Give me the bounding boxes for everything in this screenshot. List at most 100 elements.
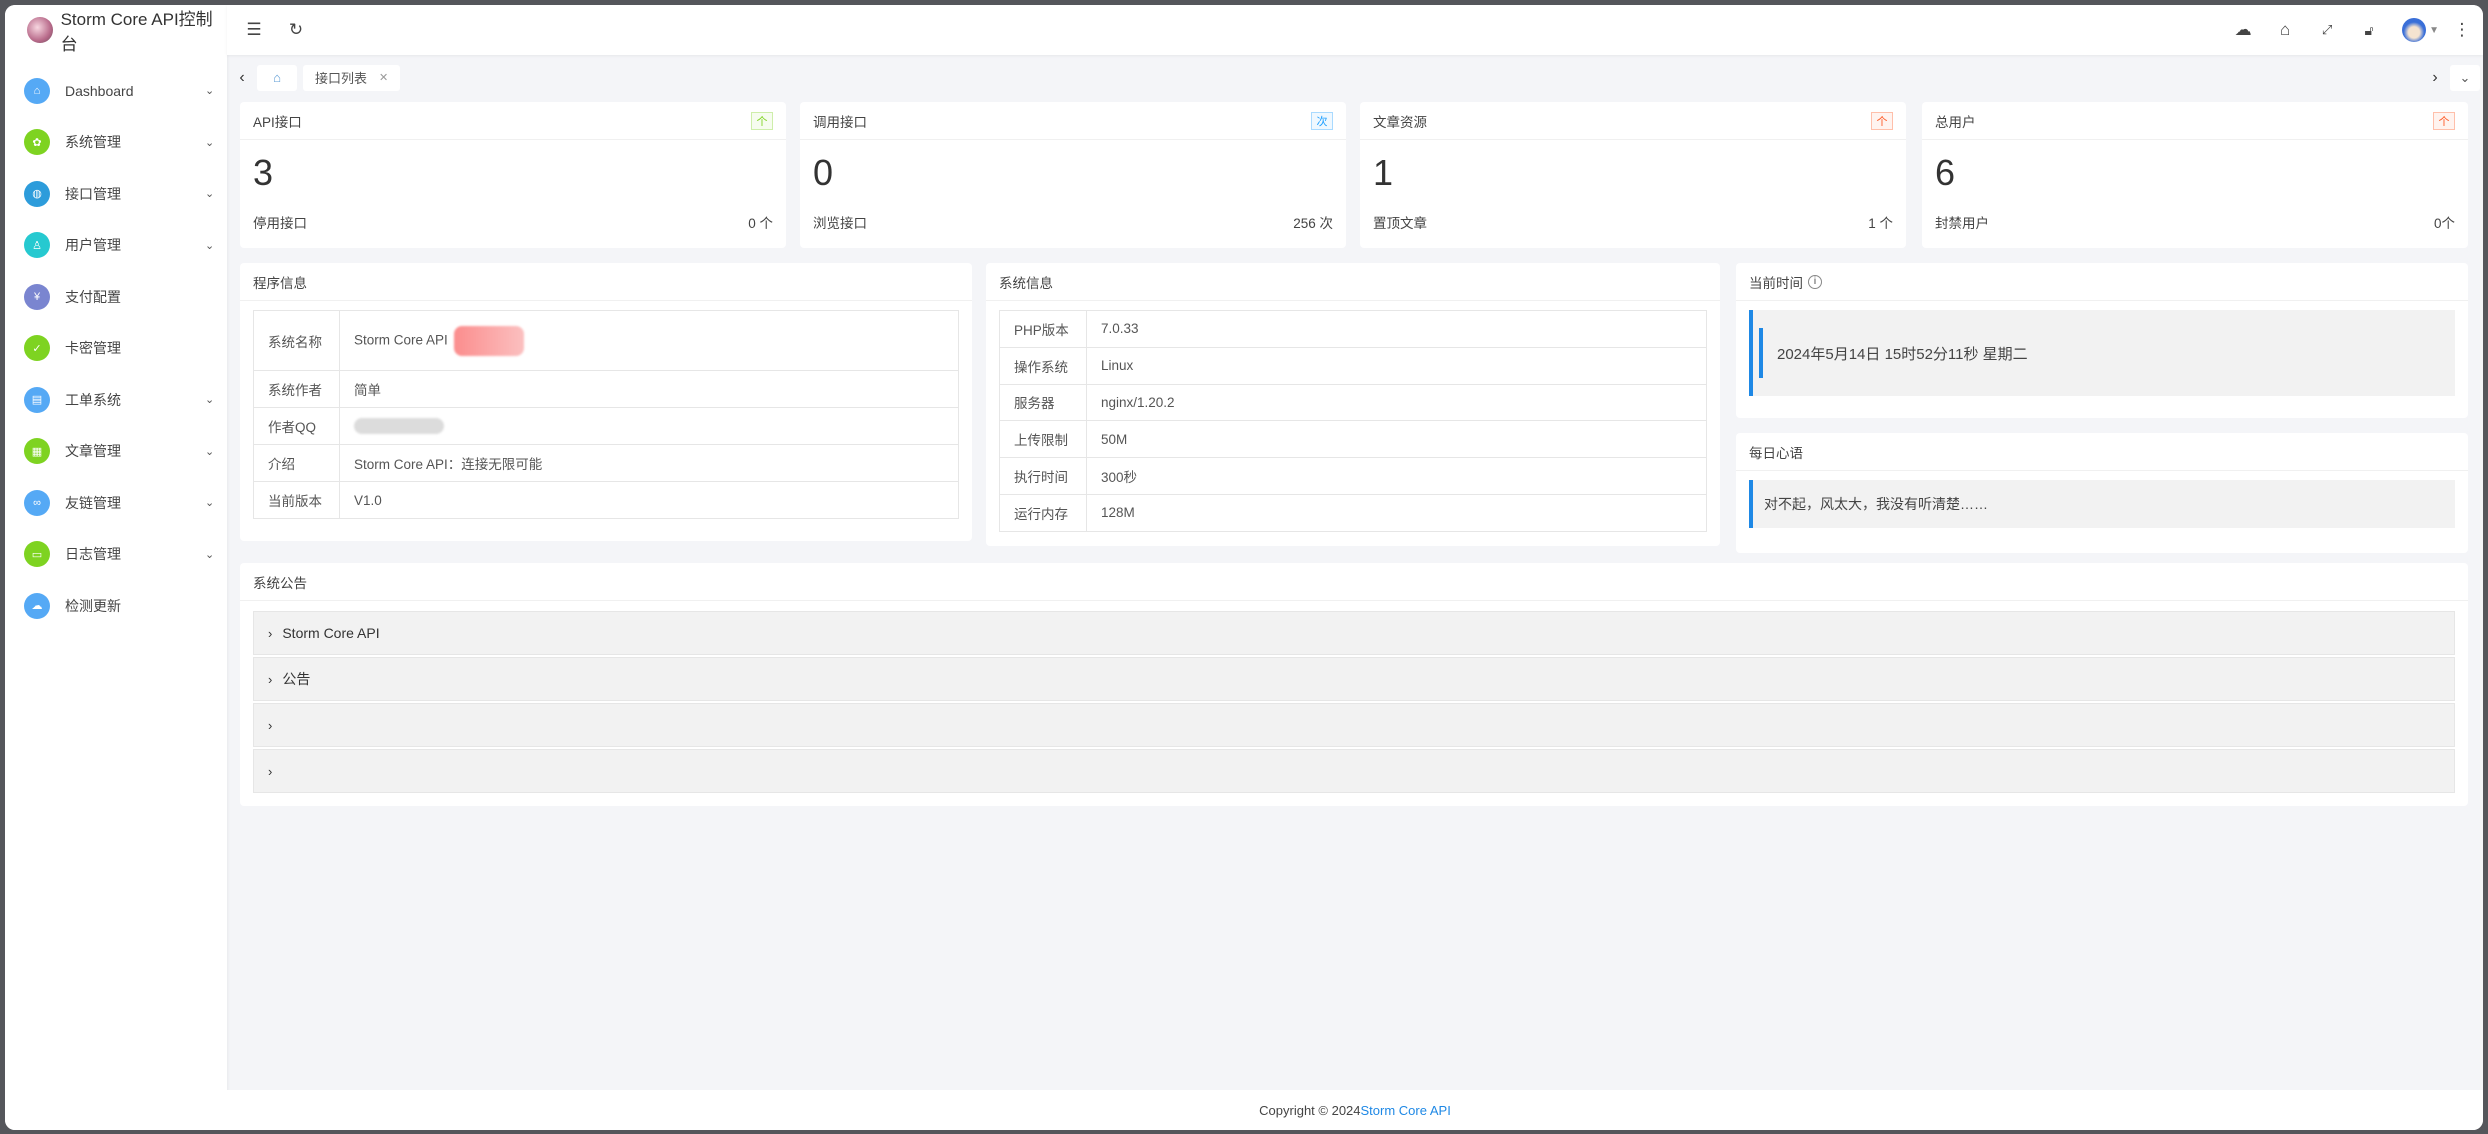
tab-scroll-right-icon[interactable]: ›	[2420, 69, 2450, 87]
row-value: Linux	[1086, 346, 1707, 385]
stat-title: 文章资源	[1373, 114, 1427, 130]
tab-interface-list[interactable]: 接口列表 ✕	[303, 64, 401, 91]
table-row: 系统名称 Storm Core API	[253, 310, 959, 371]
user-avatar[interactable]	[2402, 18, 2427, 42]
chevron-right-icon: ›	[268, 763, 273, 779]
chevron-down-icon: ⌄	[205, 85, 215, 98]
sidebar-item[interactable]: ♙ 用户管理 ⌄	[5, 220, 227, 272]
sidebar-item[interactable]: ◍ 接口管理 ⌄	[5, 168, 227, 220]
stat-card: API接口 个 3 停用接口 0 个	[240, 102, 786, 248]
card-title: 当前时间	[1749, 275, 1803, 291]
stat-card: 调用接口 次 0 浏览接口 256 次	[800, 102, 1346, 248]
footer-link[interactable]: Storm Core API	[1361, 1103, 1451, 1118]
table-row: 上传限制 50M	[999, 420, 1707, 459]
row-value: 128M	[1086, 493, 1707, 532]
table-row: 介绍 Storm Core API：连接无限可能	[253, 444, 959, 482]
more-vertical-icon[interactable]: ⋮	[2451, 19, 2473, 41]
sidebar-item[interactable]: ✿ 系统管理 ⌄	[5, 117, 227, 169]
sidebar-item[interactable]: ▤ 工单系统 ⌄	[5, 374, 227, 426]
notice-collapse: › Storm Core API › 公告 › ›	[240, 611, 2468, 793]
table-row: 当前版本 V1.0	[253, 481, 959, 519]
stat-badge: 个	[1871, 111, 1893, 130]
stat-title: 总用户	[1935, 114, 1976, 130]
tab-label: 接口列表	[315, 71, 368, 86]
stat-title: 调用接口	[813, 114, 867, 130]
chevron-down-icon: ⌄	[205, 548, 215, 561]
row-key: 当前版本	[253, 481, 340, 519]
notice-item[interactable]: ›	[253, 749, 2455, 793]
sidebar-item[interactable]: ¥ 支付配置	[5, 271, 227, 323]
stat-sub-label: 停用接口	[253, 216, 307, 231]
chevron-down-icon: ⌄	[205, 188, 215, 201]
row-key: 上传限制	[999, 420, 1087, 459]
sidebar-item[interactable]: ▦ 文章管理 ⌄	[5, 426, 227, 478]
tab-scroll-left-icon[interactable]: ‹	[227, 69, 257, 87]
row-value: 7.0.33	[1086, 310, 1707, 348]
sidebar-item[interactable]: ☁ 检测更新	[5, 580, 227, 632]
sidebar-item-label: 工单系统	[65, 391, 121, 408]
stat-badge: 个	[2433, 111, 2455, 130]
row-value: V1.0	[354, 492, 382, 508]
refresh-icon[interactable]: ↻	[285, 19, 307, 41]
row-value: 简单	[354, 383, 381, 398]
tab-menu-dropdown[interactable]: ⌄	[2450, 64, 2480, 91]
stat-sub-value: 256 次	[1293, 216, 1333, 231]
chevron-down-icon: ⌄	[205, 497, 215, 510]
file-icon: ▭	[24, 541, 50, 568]
close-icon[interactable]: ✕	[379, 71, 388, 84]
program-info-card: 程序信息 系统名称 Storm Core API 系统作者 简单 作者QQ 介绍 Storm…	[240, 263, 972, 541]
row-key: 作者QQ	[253, 407, 340, 445]
sidebar-item[interactable]: ✓ 卡密管理	[5, 323, 227, 375]
logo-avatar	[27, 17, 53, 43]
yen-icon: ¥	[24, 283, 50, 310]
app-logo[interactable]: Storm Core API控制台	[5, 5, 227, 55]
card-title: 每日心语	[1736, 433, 2468, 471]
card-title: 系统信息	[986, 263, 1720, 301]
tag-icon[interactable]: ⌂	[2274, 19, 2296, 41]
redacted-qq	[354, 418, 444, 435]
current-time-value: 2024年5月14日 15时52分11秒 星期二	[1759, 328, 2028, 378]
lock-icon[interactable]: 🔓︎	[2358, 19, 2380, 41]
tab-home[interactable]: ⌂	[257, 64, 297, 91]
menu-fold-icon[interactable]: ☰	[243, 19, 265, 41]
cloud-upload-icon: ☁	[24, 592, 50, 619]
sidebar-item[interactable]: ▭ 日志管理 ⌄	[5, 529, 227, 581]
home-icon: ⌂	[24, 77, 50, 104]
row-key: 执行时间	[999, 457, 1087, 495]
program-info-table: 系统名称 Storm Core API 系统作者 简单 作者QQ 介绍 Storm Core…	[253, 310, 959, 519]
sidebar-item[interactable]: ∞ 友链管理 ⌄	[5, 477, 227, 529]
table-row: PHP版本 7.0.33	[999, 310, 1707, 348]
tab-bar: ‹ ⌂ 接口列表 ✕ › ⌄	[227, 55, 2483, 100]
caret-down-icon[interactable]: ▼	[2429, 25, 2439, 36]
stat-value: 6	[1935, 152, 1956, 193]
info-icon[interactable]: i	[1808, 274, 1822, 289]
row-key: 系统名称	[253, 310, 340, 371]
notice-item[interactable]: › 公告	[253, 657, 2455, 701]
sidebar-item-label: 文章管理	[65, 443, 121, 460]
chevron-down-icon: ⌄	[2459, 69, 2471, 85]
user-icon: ♙	[24, 232, 50, 259]
sidebar-item-label: Dashboard	[65, 82, 134, 99]
app-title: Storm Core API控制台	[60, 10, 213, 54]
sidebar-item-label: 日志管理	[65, 546, 121, 563]
chevron-right-icon: ›	[268, 717, 273, 733]
notice-item[interactable]: ›	[253, 703, 2455, 747]
sidebar-item[interactable]: ⌂ Dashboard ⌄	[5, 65, 227, 117]
stat-value: 1	[1373, 152, 1394, 193]
cloud-code-icon[interactable]: ☁	[2232, 19, 2254, 41]
stat-sub-value: 0 个	[748, 216, 773, 231]
home-icon: ⌂	[273, 70, 281, 85]
stat-title: API接口	[253, 114, 302, 130]
row-value: nginx/1.20.2	[1086, 383, 1707, 422]
sidebar-item-label: 用户管理	[65, 237, 121, 254]
notice-item[interactable]: › Storm Core API	[253, 611, 2455, 655]
sidebar-item-label: 支付配置	[65, 288, 121, 305]
card-title: 程序信息	[240, 263, 972, 301]
row-key: 运行内存	[999, 493, 1087, 532]
chevron-right-icon: ›	[268, 671, 273, 687]
stat-sub-value: 0个	[2433, 216, 2455, 231]
row-value: Storm Core API：连接无限可能	[354, 457, 543, 472]
system-info-card: 系统信息 PHP版本 7.0.33 操作系统 Linux 服务器 nginx/1.20.2…	[986, 263, 1720, 546]
fullscreen-icon[interactable]: ⤢	[2316, 19, 2338, 41]
table-icon: ▦	[24, 438, 50, 465]
